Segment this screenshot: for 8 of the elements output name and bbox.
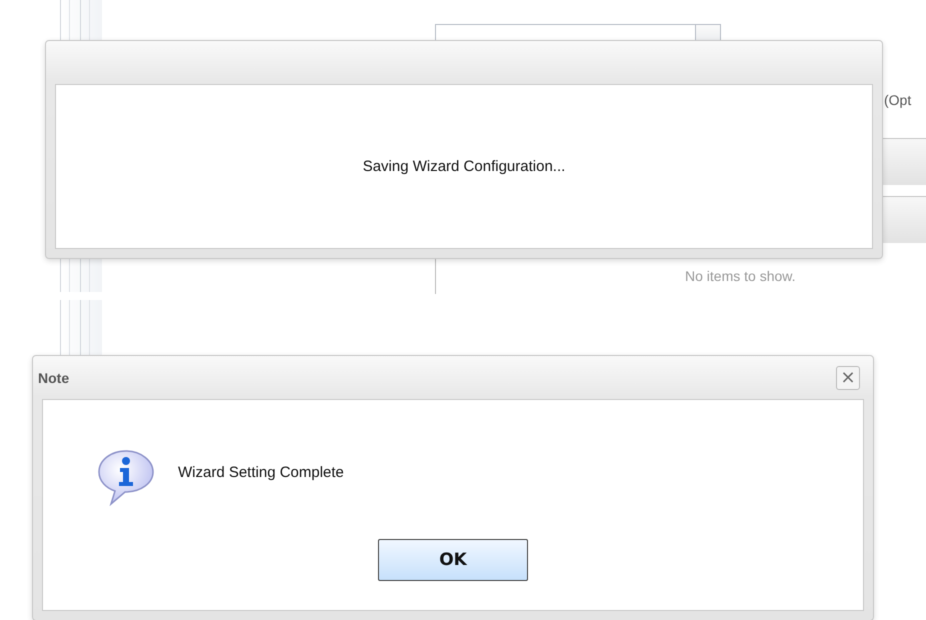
- optional-label: (Opt: [884, 92, 912, 108]
- note-message: Wizard Setting Complete: [178, 463, 344, 481]
- info-icon: [96, 448, 156, 506]
- close-button[interactable]: ×: [836, 366, 860, 390]
- ok-button[interactable]: OK: [378, 539, 528, 581]
- progress-message: Saving Wizard Configuration...: [362, 158, 566, 175]
- dialog-title: Note: [38, 370, 70, 386]
- empty-message: No items to show.: [685, 268, 796, 284]
